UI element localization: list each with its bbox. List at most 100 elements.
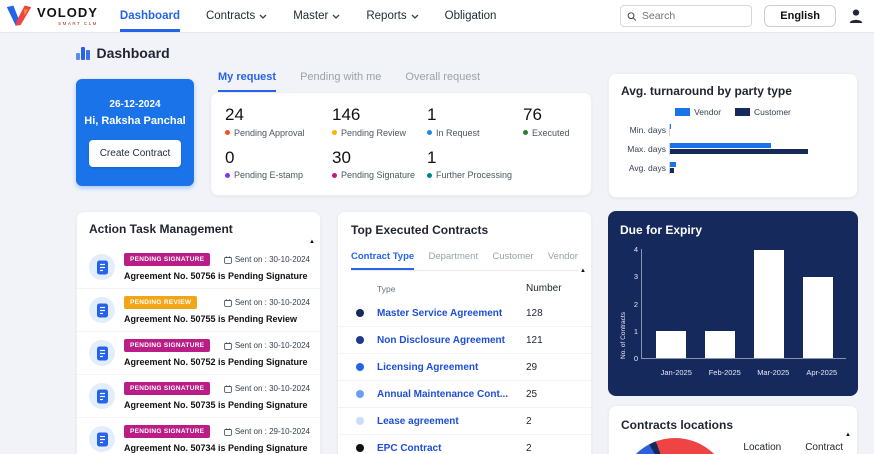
y-axis-label: No. of Contracts	[620, 249, 627, 359]
dashboard-content: Dashboard 26-12-2024 Hi, Raksha Panchal …	[0, 42, 874, 454]
tab-my-request[interactable]: My request	[218, 71, 276, 92]
tab-pending-with-me[interactable]: Pending with me	[300, 71, 381, 92]
scroll-up-arrow-icon[interactable]: ▲	[580, 268, 586, 274]
chevron-down-icon	[411, 14, 419, 19]
tick-label: 2	[627, 300, 638, 309]
top-executed-table: Type Number Master Service Agreement 128…	[338, 277, 591, 454]
tab-customer[interactable]: Customer	[492, 251, 533, 270]
category-dot	[356, 390, 364, 398]
search-icon	[627, 11, 637, 22]
task-row[interactable]: PENDING SIGNATURE Sent on : 30-10-2024 A…	[77, 332, 320, 375]
stat-value: 24	[225, 106, 332, 125]
tab-overall-request[interactable]: Overall request	[405, 71, 480, 92]
sent-on-date: Sent on : 30-10-2024	[235, 341, 310, 350]
vendor-legend-swatch	[675, 108, 690, 116]
nav-item-obligation[interactable]: Obligation	[445, 0, 497, 32]
sent-on-date: Sent on : 30-10-2024	[235, 255, 310, 264]
nav-item-contracts[interactable]: Contracts	[206, 0, 267, 32]
search-box	[620, 5, 752, 27]
stat-value: 76	[523, 106, 577, 125]
contract-type-link[interactable]: EPC Contract	[377, 443, 526, 454]
chevron-down-icon	[259, 14, 267, 19]
bar-jan	[656, 331, 686, 358]
nav-item-dashboard[interactable]: Dashboard	[120, 0, 180, 32]
turnaround-row-avg: Avg. days	[621, 162, 845, 174]
tab-vendor[interactable]: Vendor	[548, 251, 578, 270]
customer-bar	[670, 149, 808, 154]
customer-legend-swatch	[735, 108, 750, 116]
calendar-icon	[224, 342, 232, 350]
document-icon	[89, 340, 115, 366]
table-row: Licensing Agreement 29	[338, 354, 591, 381]
stat-pending-signature: 30 Pending Signature	[332, 149, 427, 181]
contract-count: 121	[526, 335, 578, 346]
column-header-location: Location	[743, 442, 781, 453]
task-row[interactable]: PENDING SIGNATURE Sent on : 30-10-2024 A…	[77, 246, 320, 289]
table-row: Master Service Agreement 128	[338, 300, 591, 327]
customer-bar	[670, 168, 674, 173]
user-greeting: Hi, Raksha Panchal	[84, 115, 186, 127]
document-icon	[89, 297, 115, 323]
request-stats-card: 24 Pending Approval 146 Pending Review 1…	[210, 92, 592, 196]
stat-further-processing: 1 Further Processing	[427, 149, 523, 181]
contract-type-link[interactable]: Licensing Agreement	[377, 362, 526, 373]
turnaround-row-min: Min. days	[621, 124, 845, 136]
x-tick-label: Mar-2025	[750, 368, 796, 377]
turnaround-row-max: Max. days	[621, 143, 845, 155]
status-dot	[427, 130, 432, 135]
document-icon	[89, 426, 115, 452]
task-row[interactable]: PENDING SIGNATURE Sent on : 30-10-2024 A…	[77, 375, 320, 418]
status-dot	[225, 130, 230, 135]
task-description: Agreement No. 50735 is Pending Signature	[124, 400, 310, 410]
create-contract-button[interactable]: Create Contract	[89, 140, 182, 167]
user-account-button[interactable]	[848, 8, 864, 24]
contract-type-link[interactable]: Annual Maintenance Cont...	[377, 389, 526, 400]
contract-type-link[interactable]: Master Service Agreement	[377, 308, 526, 319]
nav-item-master[interactable]: Master	[293, 0, 340, 32]
status-dot	[332, 130, 337, 135]
task-description: Agreement No. 50756 is Pending Signature	[124, 271, 310, 281]
turnaround-chart-card: Avg. turnaround by party type Vendor Cus…	[608, 73, 858, 198]
bar-plot-area	[641, 249, 846, 359]
status-badge: PENDING REVIEW	[124, 296, 197, 309]
tab-contract-type[interactable]: Contract Type	[351, 251, 414, 270]
task-description: Agreement No. 50755 is Pending Review	[124, 314, 310, 324]
chevron-down-icon	[332, 14, 340, 19]
user-icon	[848, 8, 864, 24]
search-input[interactable]	[642, 10, 745, 22]
contracts-locations-title: Contracts locations	[621, 418, 845, 432]
nav-item-reports[interactable]: Reports	[366, 0, 418, 32]
contract-type-link[interactable]: Lease agreement	[377, 416, 526, 427]
axis-category-label: Max. days	[621, 144, 669, 154]
brand-logo[interactable]: VOLODY SMART CLM	[6, 0, 112, 32]
stat-value: 30	[332, 149, 427, 168]
brand-tagline: SMART CLM	[37, 21, 98, 26]
nav-label: Dashboard	[120, 10, 180, 22]
contract-type-link[interactable]: Non Disclosure Agreement	[377, 335, 526, 346]
column-header-number: Number	[526, 283, 578, 294]
tick-label: 3	[627, 272, 638, 281]
legend-label: Vendor	[694, 107, 721, 117]
language-selector[interactable]: English	[764, 5, 836, 27]
stat-label: Pending Approval	[234, 128, 305, 138]
contract-count: 2	[526, 416, 578, 427]
scroll-up-arrow-icon[interactable]: ▲	[845, 432, 851, 438]
contract-count: 2	[526, 443, 578, 454]
stat-pending-approval: 24 Pending Approval	[225, 106, 332, 138]
volody-logo-icon	[6, 4, 32, 28]
tab-department[interactable]: Department	[428, 251, 478, 270]
status-dot	[332, 173, 337, 178]
request-tabs: My request Pending with me Overall reque…	[210, 71, 592, 92]
stat-label: Further Processing	[436, 170, 512, 180]
sent-on-date: Sent on : 30-10-2024	[235, 384, 310, 393]
task-row[interactable]: PENDING SIGNATURE Sent on : 29-10-2024 A…	[77, 418, 320, 454]
vendor-bar	[670, 124, 671, 129]
category-dot	[356, 363, 364, 371]
stat-pending-estamp: 0 Pending E-stamp	[225, 149, 332, 181]
task-row[interactable]: PENDING REVIEW Sent on : 30-10-2024 Agre…	[77, 289, 320, 332]
locations-donut	[619, 438, 731, 454]
welcome-card: 26-12-2024 Hi, Raksha Panchal Create Con…	[76, 79, 194, 186]
task-list: PENDING SIGNATURE Sent on : 30-10-2024 A…	[77, 246, 320, 454]
scroll-up-arrow-icon[interactable]: ▲	[309, 239, 315, 245]
task-description: Agreement No. 50752 is Pending Signature	[124, 357, 310, 367]
